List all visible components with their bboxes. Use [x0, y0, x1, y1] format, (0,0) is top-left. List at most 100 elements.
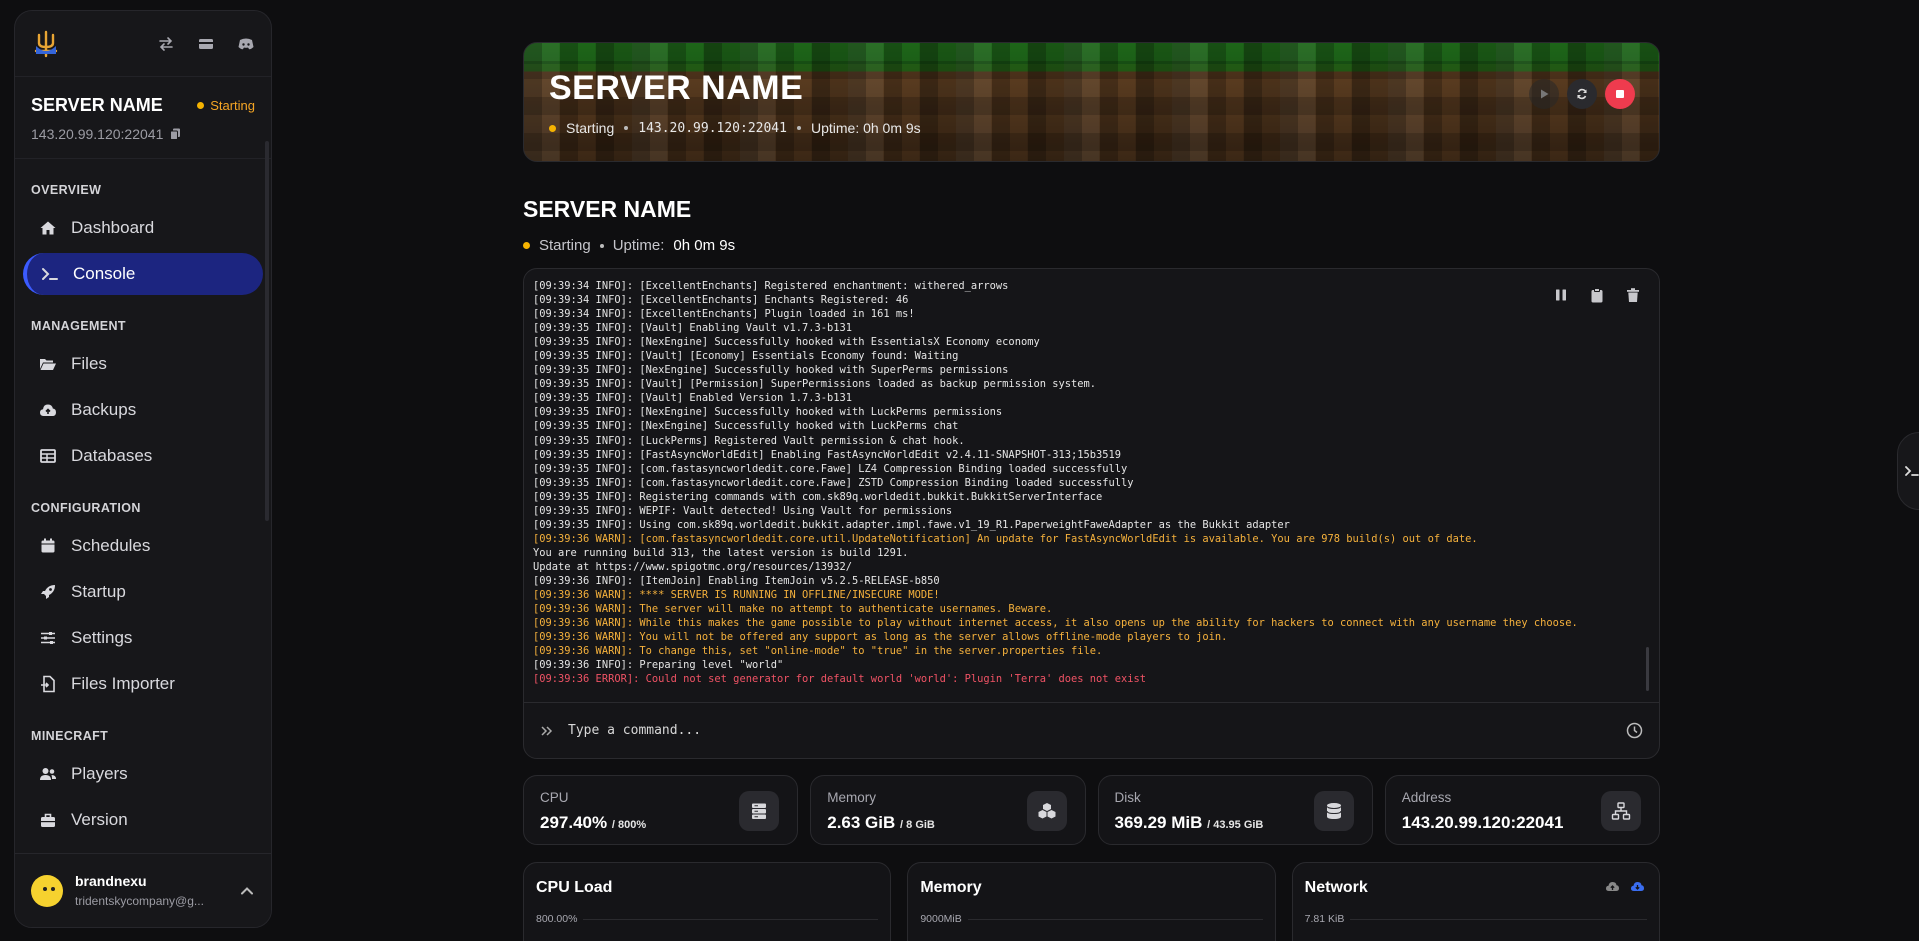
- rocket-icon: [41, 585, 55, 599]
- cloud-download-icon[interactable]: [1630, 879, 1645, 894]
- sidebar-item-files-importer[interactable]: Files Importer: [23, 663, 263, 705]
- chevron-up-icon[interactable]: [239, 883, 255, 899]
- command-input[interactable]: [568, 723, 1626, 738]
- console-line: [09:39:35 INFO]: [Vault] [Permission] Su…: [533, 378, 1097, 391]
- trash-icon[interactable]: [1625, 287, 1641, 303]
- console-panel: [09:39:34 INFO]: [ExcellentEnchants] Reg…: [523, 268, 1660, 759]
- banner-title: SERVER NAME: [549, 69, 804, 107]
- console-side-tab[interactable]: [1897, 432, 1919, 510]
- user-menu[interactable]: brandnexu tridentskycompany@g...: [15, 853, 271, 927]
- start-button[interactable]: [1529, 79, 1559, 109]
- section-minecraft: MINECRAFT: [31, 729, 109, 743]
- clipboard-icon[interactable]: [1589, 287, 1605, 303]
- server-icon: [752, 803, 767, 819]
- sidebar-top: [15, 11, 271, 77]
- terminal-icon: [1905, 466, 1919, 476]
- server-ip: 143.20.99.120:22041: [31, 126, 164, 142]
- chart-tick-label: 7.81 KiB: [1305, 913, 1647, 925]
- trident-logo-icon[interactable]: [31, 29, 61, 59]
- sidebar-item-label: Startup: [71, 582, 126, 601]
- banner-meta: Starting 143.20.99.120:22041 Uptime: 0h …: [549, 120, 921, 136]
- server-name: SERVER NAME: [31, 95, 163, 115]
- power-controls: [1529, 79, 1635, 109]
- stat-value: 297.40%: [540, 813, 608, 832]
- section-overview: OVERVIEW: [31, 183, 102, 197]
- copy-icon[interactable]: [170, 128, 181, 140]
- console-line: [09:39:36 WARN]: To change this, set "on…: [533, 645, 1103, 658]
- sidebar-item-schedules[interactable]: Schedules: [23, 525, 263, 567]
- sidebar-item-label: Version: [71, 810, 128, 829]
- separator: [624, 126, 629, 130]
- section-management: MANAGEMENT: [31, 319, 126, 333]
- history-icon[interactable]: [1626, 722, 1643, 739]
- section-configuration: CONFIGURATION: [31, 501, 141, 515]
- pause-icon[interactable]: [1553, 287, 1569, 303]
- chart-network: Network 7.81 KiB: [1291, 862, 1660, 941]
- stop-button[interactable]: [1605, 79, 1635, 109]
- switch-server-icon[interactable]: [157, 35, 175, 53]
- sidebar-item-startup[interactable]: Startup: [23, 571, 263, 613]
- console-line: [09:39:36 INFO]: [ItemJoin] Enabling Ite…: [533, 574, 940, 587]
- console-line: [09:39:34 INFO]: [ExcellentEnchants] Enc…: [533, 294, 909, 307]
- page-meta: Starting Uptime: 0h 0m 9s: [523, 237, 735, 254]
- chart-title: CPU Load: [536, 879, 613, 896]
- sidebar-item-databases[interactable]: Databases: [23, 435, 263, 477]
- console-line: [09:39:35 INFO]: [NexEngine] Successfull…: [533, 336, 1040, 349]
- sidebar: SERVER NAME Starting 143.20.99.120:22041…: [14, 10, 272, 928]
- sidebar-item-label: Files Importer: [71, 674, 175, 693]
- console-line: [09:39:36 WARN]: [com.fastasyncworldedit…: [533, 532, 1478, 545]
- uptime-value: 0h 0m 9s: [673, 237, 736, 254]
- stat-cpu: CPU 297.40% / 800%: [523, 775, 799, 845]
- restart-button[interactable]: [1567, 79, 1597, 109]
- stat-limit: / 43.95 GiB: [1207, 819, 1264, 831]
- discord-icon[interactable]: [237, 35, 255, 53]
- billing-card-icon[interactable]: [197, 35, 215, 53]
- console-line: [09:39:36 WARN]: The server will make no…: [533, 603, 1053, 616]
- user-name: brandnexu: [75, 873, 147, 889]
- server-info: SERVER NAME Starting 143.20.99.120:22041: [15, 77, 271, 159]
- terminal-icon: [42, 268, 58, 280]
- chart-cpu-load: CPU Load 800.00%: [523, 862, 892, 941]
- console-line: [09:39:35 INFO]: [com.fastasyncworldedit…: [533, 462, 1128, 475]
- chevrons-right-icon: [541, 725, 553, 736]
- sidebar-scrollbar[interactable]: [265, 141, 269, 521]
- server-banner: SERVER NAME Starting 143.20.99.120:22041…: [523, 42, 1660, 162]
- console-line: [09:39:36 WARN]: **** SERVER IS RUNNING …: [533, 589, 940, 602]
- cloud-upload-icon[interactable]: [1605, 879, 1620, 894]
- sidebar-item-dashboard[interactable]: Dashboard: [23, 207, 263, 249]
- sidebar-item-label: Databases: [71, 446, 153, 465]
- sidebar-item-backups[interactable]: Backups: [23, 389, 263, 431]
- sidebar-item-console[interactable]: Console: [23, 253, 263, 295]
- server-status: Starting: [197, 98, 255, 113]
- console-output[interactable]: [09:39:34 INFO]: [ExcellentEnchants] Reg…: [533, 279, 1629, 697]
- file-import-icon: [41, 675, 55, 693]
- console-line: [09:39:36 ERROR]: Could not set generato…: [533, 673, 1147, 686]
- console-line: Update at https://www.spigotmc.org/resou…: [533, 560, 853, 573]
- sidebar-item-label: Console: [73, 264, 136, 283]
- sidebar-item-version[interactable]: Version: [23, 799, 263, 841]
- network-icon: [1611, 802, 1631, 820]
- cloud-upload-icon: [40, 404, 56, 416]
- cubes-icon: [1038, 803, 1055, 819]
- console-scrollbar[interactable]: [1646, 647, 1649, 691]
- status-dot: [197, 102, 205, 109]
- chart-memory: Memory 9000MiB: [907, 862, 1276, 941]
- refresh-icon: [1577, 88, 1587, 100]
- sidebar-item-settings[interactable]: Settings: [23, 617, 263, 659]
- stat-limit: / 8 GiB: [900, 819, 935, 831]
- home-icon: [40, 221, 56, 235]
- sidebar-item-label: Settings: [71, 628, 133, 647]
- sidebar-item-files[interactable]: Files: [23, 343, 263, 385]
- status-dot: [523, 242, 530, 249]
- console-line: [09:39:36 INFO]: Preparing level "world": [533, 659, 784, 672]
- sliders-icon: [41, 632, 55, 644]
- console-line: [09:39:35 INFO]: [Vault] Enabled Version…: [533, 392, 853, 405]
- chart-tick-label: 9000MiB: [920, 913, 1262, 925]
- console-line: [09:39:35 INFO]: [LuckPerms] Registered …: [533, 434, 965, 447]
- console-line: [09:39:35 INFO]: [com.fastasyncworldedit…: [533, 476, 1134, 489]
- sidebar-item-players[interactable]: Players: [23, 753, 263, 795]
- table-icon: [40, 449, 56, 463]
- sidebar-item-label: Dashboard: [71, 218, 155, 237]
- chart-title: Memory: [920, 879, 982, 896]
- stat-value: 369.29 MiB: [1114, 813, 1203, 832]
